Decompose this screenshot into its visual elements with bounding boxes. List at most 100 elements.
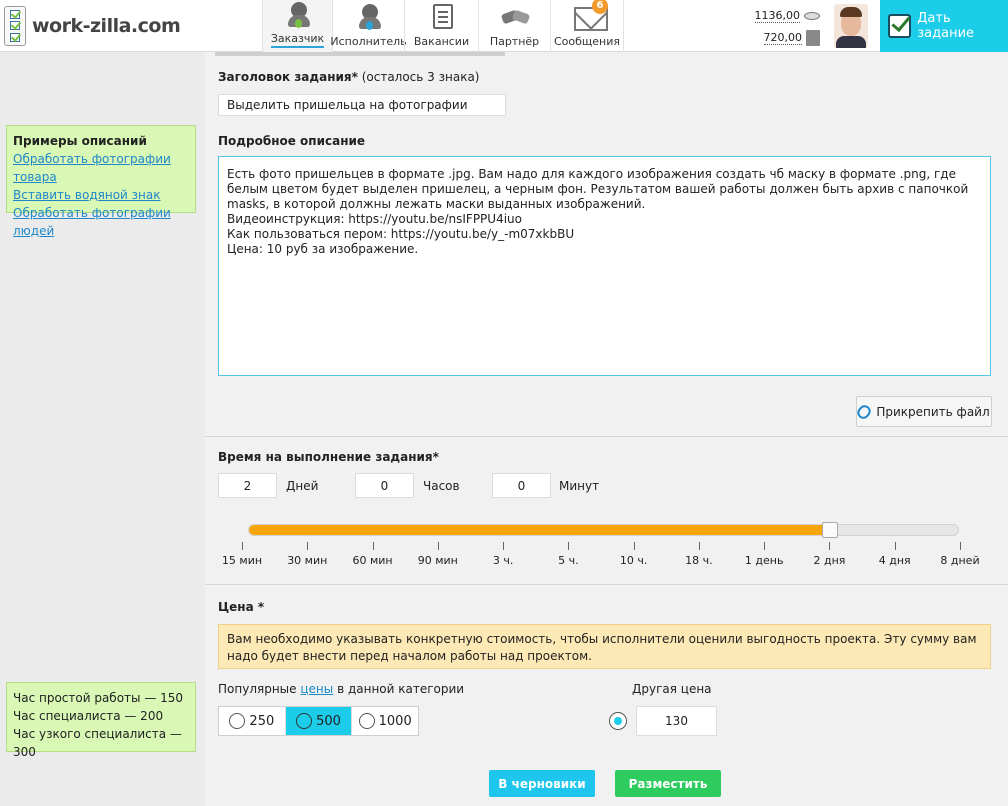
price-notice: Вам необходимо указывать конкретную стои… [218, 624, 991, 669]
customer-icon [283, 0, 313, 29]
publish-button[interactable]: Разместить [615, 770, 721, 797]
give-task-label: Дать задание [917, 11, 975, 41]
price-label: Цена * [218, 600, 265, 614]
slider-tick [894, 542, 896, 550]
price-option-label: 250 [249, 713, 275, 729]
days-input[interactable]: 2 [218, 473, 277, 498]
minutes-input[interactable]: 0 [492, 473, 551, 498]
description-examples-box: Примеры описаний Обработать фотографии т… [6, 125, 196, 238]
example-link-people-photos[interactable]: Обработать фотографии людей [13, 204, 189, 240]
partner-handshake-icon [500, 2, 530, 32]
rate-simple: Час простой работы — 150 [13, 691, 184, 705]
slider-tick-label: 1 день [744, 554, 784, 567]
slider-tick [568, 542, 570, 550]
give-task-button[interactable]: Дать задание [880, 0, 1008, 52]
days-unit: Дней [286, 479, 319, 493]
top-divider [215, 52, 505, 56]
user-avatar[interactable] [834, 4, 868, 48]
task-title-input[interactable]: Выделить пришельца на фотографии [218, 94, 506, 116]
slider-tick [242, 542, 243, 550]
attach-file-label: Прикрепить файл [876, 404, 990, 419]
slider-tick-label: 2 дня [813, 554, 846, 567]
coins-icon [804, 12, 820, 20]
section-divider [205, 436, 1008, 437]
price-option-500[interactable]: 500 [285, 707, 353, 735]
hours-input[interactable]: 0 [355, 473, 414, 498]
slider-tick [764, 542, 766, 550]
nav-messages[interactable]: 6 Сообщения [550, 0, 624, 52]
section-divider [205, 584, 1008, 585]
radio-icon [229, 713, 246, 729]
nav-customer[interactable]: Заказчик [262, 0, 332, 52]
slider-tick-label: 60 мин [352, 554, 393, 567]
duration-slider-handle[interactable] [822, 522, 839, 538]
main-nav: Заказчик Исполнитель Вакансии Партнёр 6 … [262, 0, 624, 52]
slider-tick [307, 542, 309, 550]
duration-slider-fill [249, 525, 831, 535]
duration-scale: 15 мин 30 мин 60 мин 90 мин 3 ч. 5 ч. 10 ч. 18 … [205, 542, 1008, 572]
popular-prices-link[interactable]: цены [300, 682, 333, 696]
price-option-1000[interactable]: 1000 [352, 707, 418, 735]
top-header: work-zilla.com Заказчик Исполнитель Вака… [0, 0, 1008, 52]
nav-partner[interactable]: Партнёр [478, 0, 550, 52]
slider-tick-label: 4 дня [878, 554, 911, 567]
slider-tick-label: 15 мин [221, 554, 263, 567]
other-price-input[interactable]: 130 [636, 706, 717, 736]
nav-freelancer-label: Исполнитель [330, 35, 407, 48]
nav-messages-label: Сообщения [553, 35, 620, 48]
duration-slider[interactable] [248, 522, 959, 538]
messages-envelope-icon: 6 [572, 0, 608, 32]
slider-tick-label: 5 ч. [558, 554, 579, 567]
logo-text: work-zilla.com [32, 15, 181, 37]
slider-tick [960, 542, 961, 550]
slider-tick-label: 18 ч. [685, 554, 713, 567]
radio-icon [358, 713, 375, 729]
slider-tick-label: 8 дней [940, 554, 980, 567]
price-option-250[interactable]: 250 [219, 707, 286, 735]
balance-bonus[interactable]: 720,00 [740, 28, 820, 48]
nav-vacancies[interactable]: Вакансии [404, 0, 478, 52]
slider-tick-label: 3 ч. [492, 554, 514, 567]
slider-tick [698, 542, 700, 550]
attach-file-button[interactable]: Прикрепить файл [855, 396, 992, 427]
title-label-row: Заголовок задания* (осталось 3 знака) [218, 70, 479, 84]
popular-prices-label: Популярные цены в данной категории [218, 682, 464, 696]
balance-main-amount: 1136,00 [754, 9, 800, 23]
nav-freelancer[interactable]: Исполнитель [330, 0, 407, 52]
balances: 1136,00 720,00 [740, 6, 820, 50]
popular-prices-group: 250 500 1000 [218, 706, 419, 736]
popular-prefix: Популярные [218, 682, 297, 696]
task-form: Заголовок задания* (осталось 3 знака) Вы… [205, 52, 1008, 806]
price-option-label: 500 [316, 713, 341, 729]
example-link-watermark[interactable]: Вставить водяной знак [13, 186, 189, 204]
title-label: Заголовок задания* [218, 70, 358, 84]
nav-partner-label: Партнёр [489, 35, 540, 48]
slider-tick [372, 542, 374, 550]
freelancer-icon [354, 2, 384, 32]
save-draft-button[interactable]: В черновики [489, 770, 595, 797]
title-hint: (осталось 3 знака) [361, 70, 480, 84]
nav-vacancies-label: Вакансии [413, 35, 470, 48]
logo-checklist-icon [4, 6, 26, 46]
slider-tick-label: 30 мин [287, 554, 328, 567]
popular-suffix: в данной категории [337, 682, 465, 696]
balance-bonus-amount: 720,00 [763, 31, 802, 45]
slider-tick [829, 542, 831, 550]
balance-main[interactable]: 1136,00 [740, 6, 820, 26]
radio-icon [296, 713, 313, 729]
slider-tick [503, 542, 505, 550]
description-label: Подробное описание [218, 134, 366, 148]
rate-narrow-specialist: Час узкого специалиста — 300 [13, 727, 182, 759]
example-link-product-photos[interactable]: Обработать фотографии товара [13, 150, 189, 186]
description-textarea[interactable]: Есть фото пришельцев в формате .jpg. Вам… [218, 156, 991, 376]
nav-customer-label: Заказчик [270, 32, 325, 48]
minutes-unit: Минут [559, 479, 600, 493]
slider-tick-label: 10 ч. [619, 554, 648, 567]
price-option-label: 1000 [378, 713, 412, 729]
examples-title: Примеры описаний [13, 134, 147, 148]
other-price-radio[interactable] [609, 712, 627, 730]
site-logo[interactable]: work-zilla.com [4, 4, 181, 48]
hourly-rates-box: Час простой работы — 150 Час специалиста… [6, 682, 196, 759]
checkmark-icon [888, 14, 912, 38]
slider-tick [437, 542, 439, 550]
